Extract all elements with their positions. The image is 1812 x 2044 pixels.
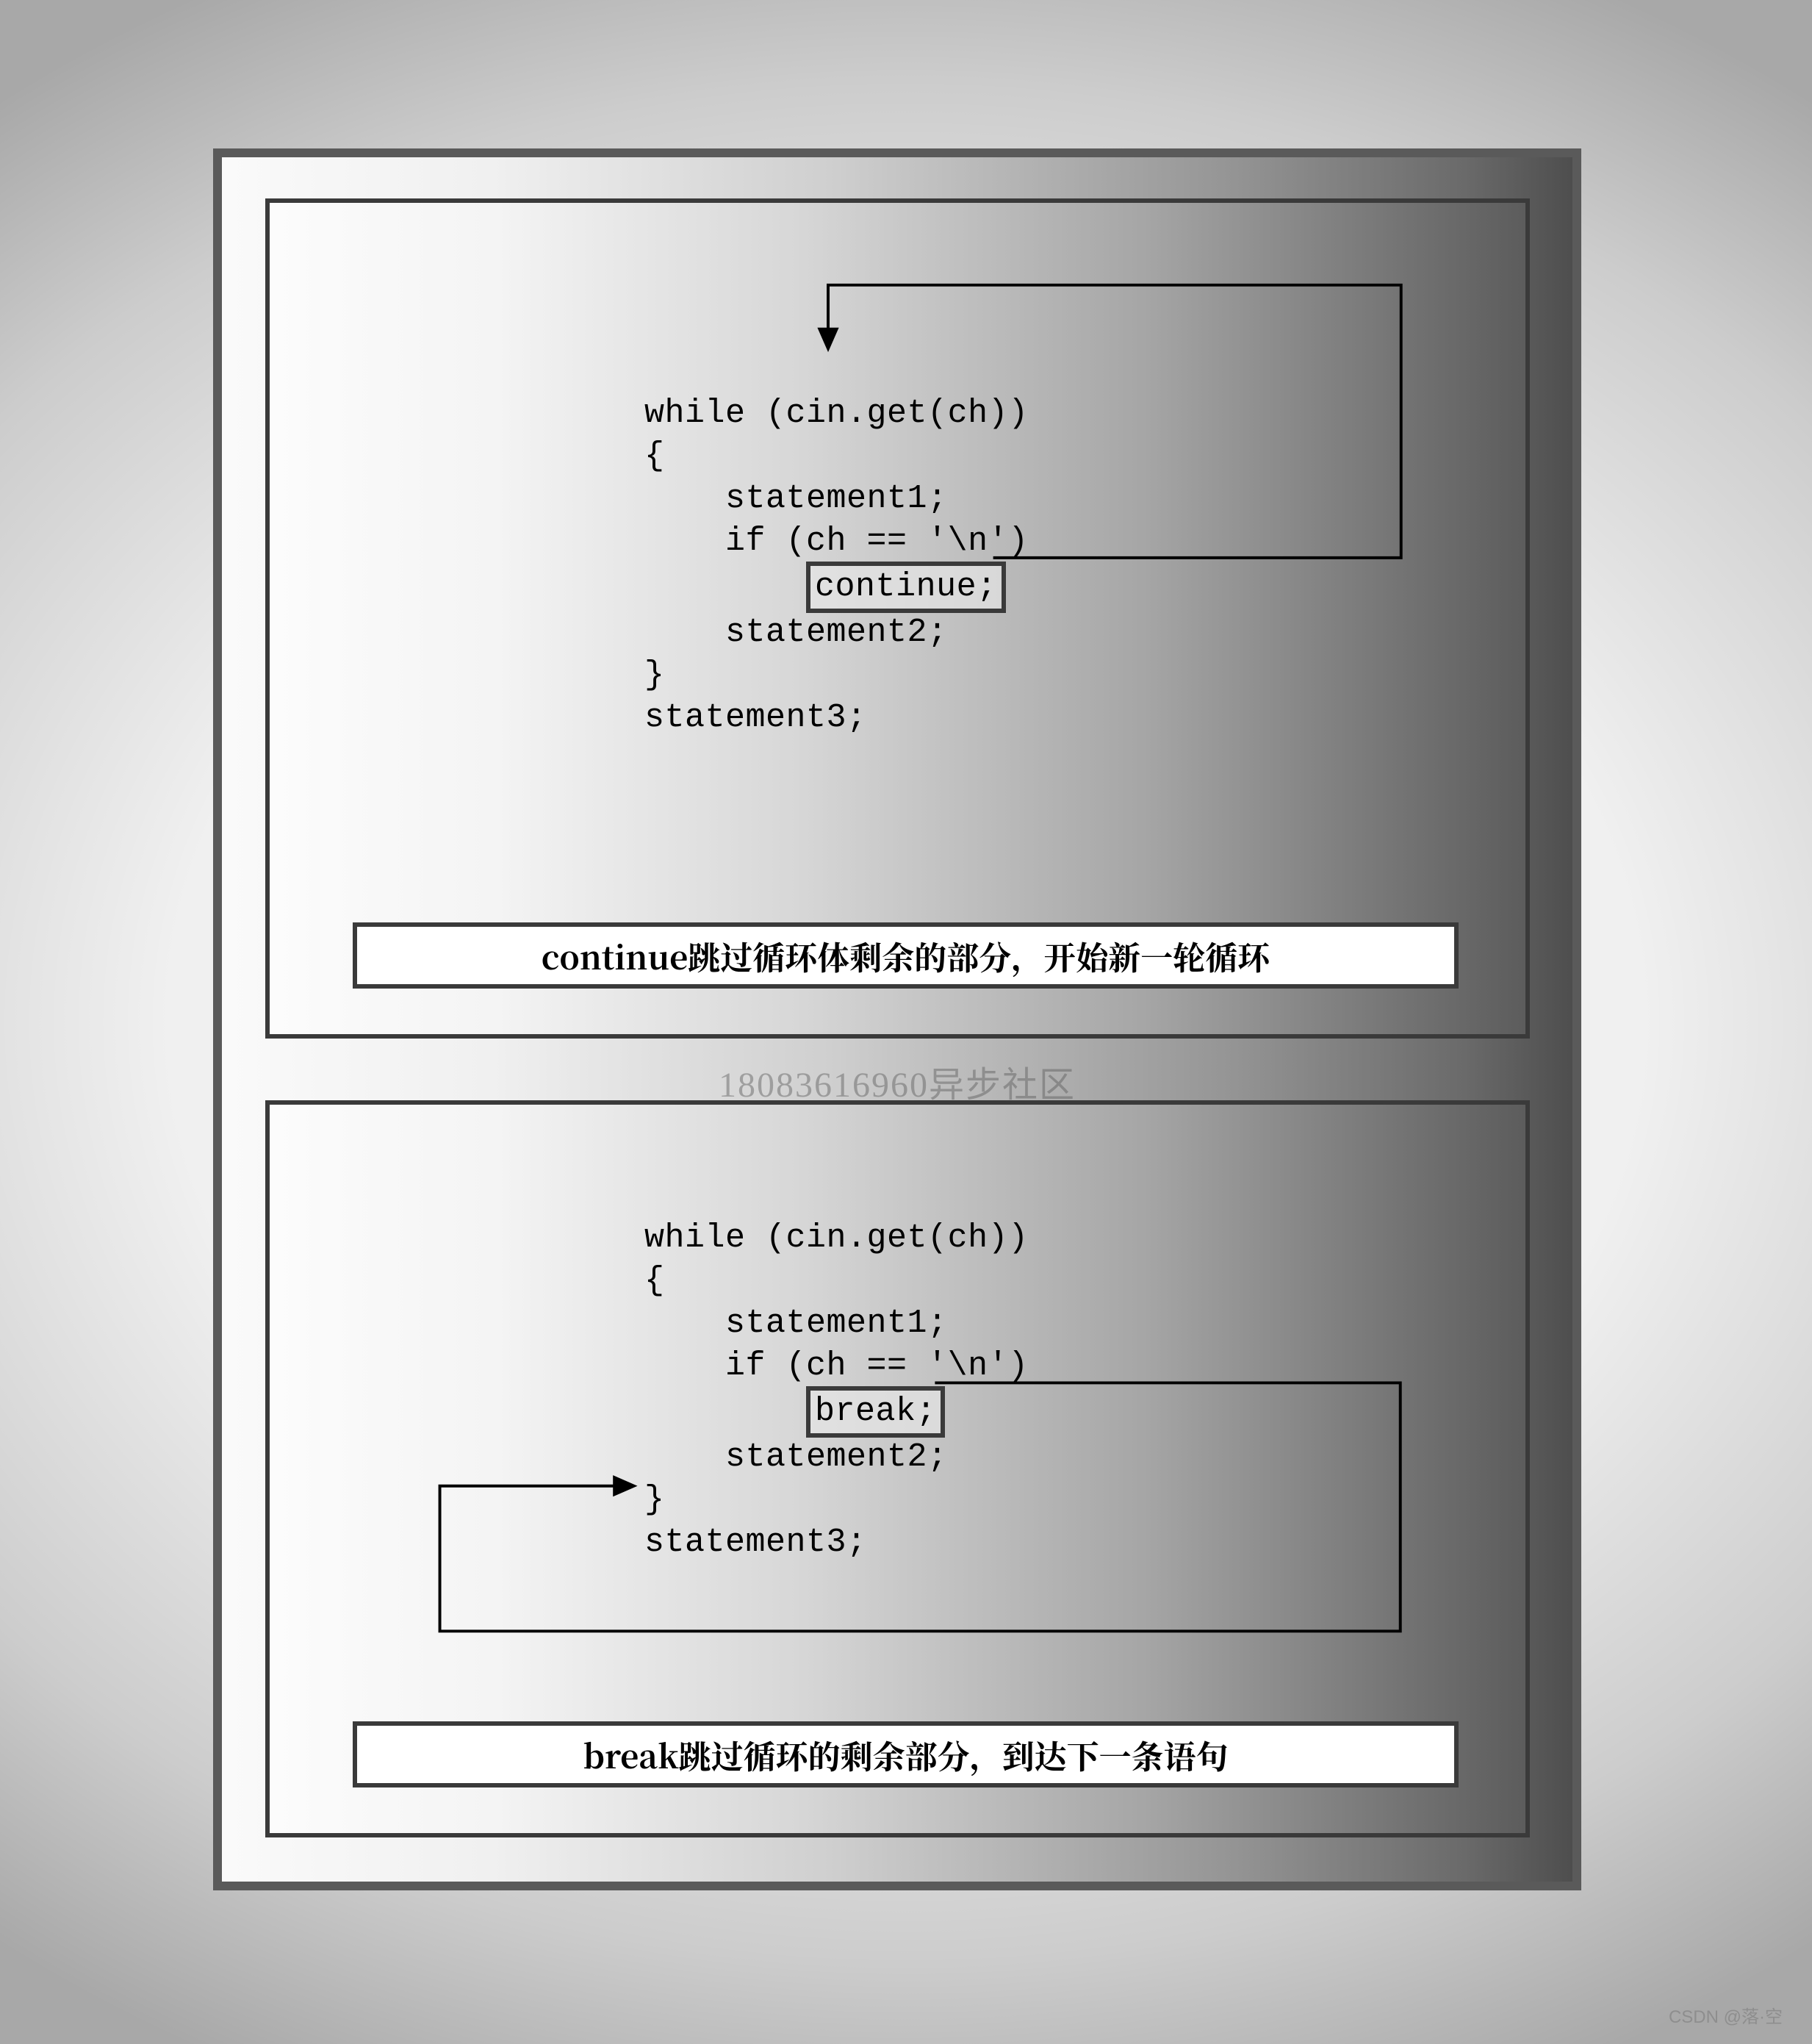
code-line: statement1; — [644, 1305, 948, 1342]
code-continue: while (cin.get(ch)) { statement1; if (ch… — [644, 350, 1029, 739]
watermark-corner: CSDN @落·空 — [1669, 2002, 1783, 2028]
diagram-canvas: while (cin.get(ch)) { statement1; if (ch… — [0, 0, 1812, 2044]
panel-continue: while (cin.get(ch)) { statement1; if (ch… — [265, 198, 1530, 1039]
code-line: while (cin.get(ch)) — [644, 395, 1029, 432]
continue-keyword-box: continue; — [806, 562, 1006, 613]
code-line: statement3; — [644, 1524, 867, 1561]
code-line: while (cin.get(ch)) — [644, 1219, 1029, 1257]
panel-break: while (cin.get(ch)) { statement1; if (ch… — [265, 1100, 1530, 1837]
code-line: statement1; — [644, 480, 948, 517]
watermark-mid: 18083616960异步社区 — [222, 1055, 1572, 1107]
code-line: if (ch == '\n') — [644, 523, 1029, 560]
code-line: statement3; — [644, 699, 867, 736]
code-line: statement2; — [644, 1438, 948, 1476]
outer-frame: while (cin.get(ch)) { statement1; if (ch… — [213, 148, 1581, 1890]
code-line: statement2; — [644, 614, 948, 651]
break-keyword-box: break; — [806, 1386, 945, 1438]
code-line: if (ch == '\n') — [644, 1347, 1029, 1385]
code-line: { — [644, 437, 665, 475]
caption-break: break跳过循环的剩余部分，到达下一条语句 — [353, 1721, 1459, 1787]
code-line: { — [644, 1262, 665, 1299]
caption-continue: continue跳过循环体剩余的部分，开始新一轮循环 — [353, 922, 1459, 989]
code-break: while (cin.get(ch)) { statement1; if (ch… — [644, 1175, 1029, 1564]
code-line: } — [644, 656, 665, 694]
code-line: } — [644, 1481, 665, 1518]
